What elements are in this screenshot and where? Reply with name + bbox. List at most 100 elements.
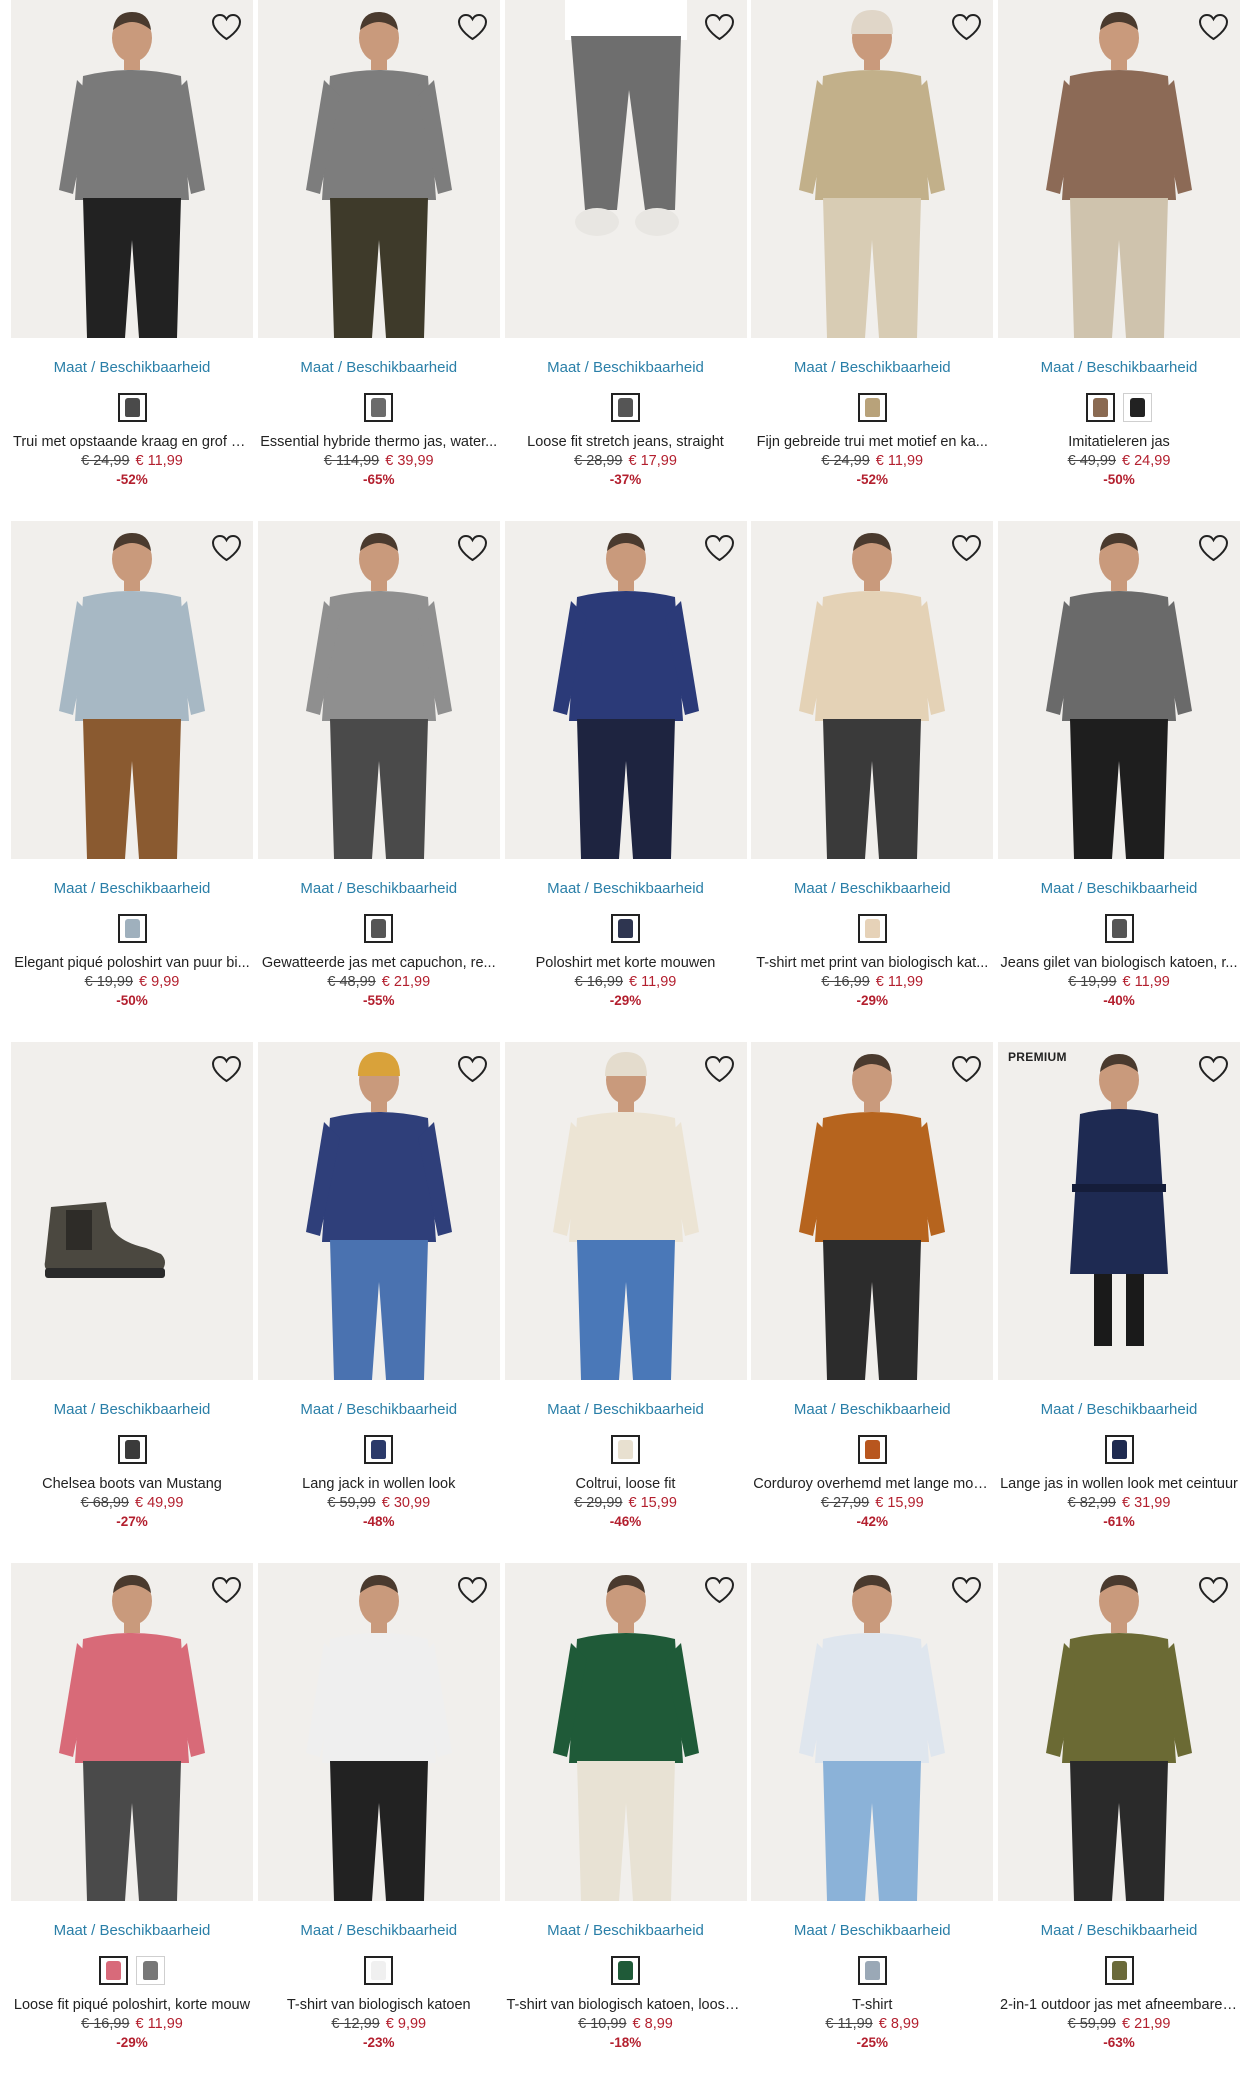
product-card[interactable]: Maat / Beschikbaarheid Fijn gebreide tru… [751,0,994,521]
product-card[interactable]: Maat / Beschikbaarheid Corduroy overhemd… [751,1042,994,1563]
product-card[interactable]: Maat / Beschikbaarheid Poloshirt met kor… [504,521,747,1042]
product-card[interactable]: Maat / Beschikbaarheid Loose fit piqué p… [11,1563,253,2084]
product-name[interactable]: Chelsea boots van Mustang [11,1476,253,1492]
size-availability-link[interactable]: Maat / Beschikbaarheid [751,359,993,376]
product-name[interactable]: Lang jack in wollen look [258,1476,500,1492]
size-availability-link[interactable]: Maat / Beschikbaarheid [998,359,1240,376]
product-image[interactable] [751,0,994,338]
product-image[interactable] [751,1042,994,1380]
product-image[interactable] [257,0,500,338]
size-availability-link[interactable]: Maat / Beschikbaarheid [751,1922,993,1939]
color-swatch[interactable] [1104,1434,1134,1464]
wishlist-heart-icon[interactable] [703,1052,737,1086]
product-name[interactable]: T-shirt van biologisch katoen [258,1997,500,2013]
size-availability-link[interactable]: Maat / Beschikbaarheid [751,880,993,897]
product-name[interactable]: 2-in-1 outdoor jas met afneembare ... [998,1997,1240,2013]
color-swatch[interactable] [1104,1955,1134,1985]
product-image[interactable] [257,1563,500,1901]
color-swatch[interactable] [364,1434,394,1464]
size-availability-link[interactable]: Maat / Beschikbaarheid [11,1401,253,1418]
color-swatch[interactable] [857,392,887,422]
product-image[interactable] [504,0,747,338]
color-swatch[interactable] [117,392,147,422]
product-name[interactable]: Gewatteerde jas met capuchon, re... [258,955,500,971]
wishlist-heart-icon[interactable] [209,10,243,44]
product-card[interactable]: Maat / Beschikbaarheid Loose fit stretch… [504,0,747,521]
color-swatch[interactable] [857,1434,887,1464]
color-swatch[interactable] [1123,392,1152,422]
size-availability-link[interactable]: Maat / Beschikbaarheid [258,1401,500,1418]
wishlist-heart-icon[interactable] [703,1573,737,1607]
color-swatch[interactable] [1086,392,1115,422]
wishlist-heart-icon[interactable] [1196,531,1230,565]
product-image[interactable] [998,1563,1240,1901]
size-availability-link[interactable]: Maat / Beschikbaarheid [505,359,747,376]
product-card[interactable]: Maat / Beschikbaarheid 2-in-1 outdoor ja… [998,1563,1240,2084]
product-name[interactable]: Lange jas in wollen look met ceintuur [998,1476,1240,1492]
product-name[interactable]: Loose fit piqué poloshirt, korte mouw [11,1997,253,2013]
wishlist-heart-icon[interactable] [456,1573,490,1607]
color-swatch[interactable] [99,1955,128,1985]
color-swatch[interactable] [857,913,887,943]
product-name[interactable]: Corduroy overhemd met lange mou... [751,1476,993,1492]
size-availability-link[interactable]: Maat / Beschikbaarheid [998,880,1240,897]
size-availability-link[interactable]: Maat / Beschikbaarheid [258,359,500,376]
color-swatch[interactable] [611,392,640,422]
product-image[interactable]: PREMIUM [998,1042,1240,1380]
product-name[interactable]: T-shirt van biologisch katoen, loose ... [505,1997,747,2013]
size-availability-link[interactable]: Maat / Beschikbaarheid [505,880,747,897]
product-card[interactable]: Maat / Beschikbaarheid Gewatteerde jas m… [257,521,500,1042]
product-name[interactable]: Poloshirt met korte mouwen [505,955,747,971]
product-name[interactable]: Coltrui, loose fit [505,1476,747,1492]
color-swatch[interactable] [136,1955,165,1985]
wishlist-heart-icon[interactable] [703,531,737,565]
product-name[interactable]: Elegant piqué poloshirt van puur bi... [11,955,253,971]
product-card[interactable]: Maat / Beschikbaarheid Coltrui, loose fi… [504,1042,747,1563]
product-image[interactable] [751,521,994,859]
product-image[interactable] [11,1042,253,1380]
color-swatch[interactable] [857,1955,887,1985]
wishlist-heart-icon[interactable] [209,1052,243,1086]
product-card[interactable]: Maat / Beschikbaarheid T-shirt € 11,99 € … [751,1563,994,2084]
color-swatch[interactable] [611,1955,640,1985]
product-card[interactable]: Maat / Beschikbaarheid T-shirt met print… [751,521,994,1042]
wishlist-heart-icon[interactable] [456,531,490,565]
product-card[interactable]: Maat / Beschikbaarheid Trui met opstaand… [11,0,253,521]
product-card[interactable]: PREMIUM Maat / Beschikbaarheid Lange jas… [998,1042,1240,1563]
size-availability-link[interactable]: Maat / Beschikbaarheid [505,1922,747,1939]
wishlist-heart-icon[interactable] [703,10,737,44]
product-name[interactable]: Essential hybride thermo jas, water... [258,434,500,450]
product-image[interactable] [504,1042,747,1380]
size-availability-link[interactable]: Maat / Beschikbaarheid [998,1401,1240,1418]
product-image[interactable] [257,1042,500,1380]
color-swatch[interactable] [117,1434,147,1464]
color-swatch[interactable] [611,1434,640,1464]
wishlist-heart-icon[interactable] [456,10,490,44]
product-card[interactable]: Maat / Beschikbaarheid Jeans gilet van b… [998,521,1240,1042]
product-name[interactable]: Fijn gebreide trui met motief en ka... [751,434,993,450]
product-name[interactable]: Trui met opstaande kraag en grof p... [11,434,253,450]
product-name[interactable]: Imitatieleren jas [998,434,1240,450]
product-image[interactable] [504,1563,747,1901]
size-availability-link[interactable]: Maat / Beschikbaarheid [751,1401,993,1418]
product-image[interactable] [504,521,747,859]
size-availability-link[interactable]: Maat / Beschikbaarheid [11,359,253,376]
product-card[interactable]: Maat / Beschikbaarheid Essential hybride… [257,0,500,521]
product-image[interactable] [751,1563,994,1901]
product-card[interactable]: Maat / Beschikbaarheid T-shirt van biolo… [504,1563,747,2084]
color-swatch[interactable] [364,1955,394,1985]
product-image[interactable] [11,0,253,338]
size-availability-link[interactable]: Maat / Beschikbaarheid [258,880,500,897]
wishlist-heart-icon[interactable] [209,1573,243,1607]
product-name[interactable]: T-shirt met print van biologisch kat... [751,955,993,971]
product-image[interactable] [11,521,253,859]
size-availability-link[interactable]: Maat / Beschikbaarheid [998,1922,1240,1939]
color-swatch[interactable] [117,913,147,943]
color-swatch[interactable] [364,392,394,422]
color-swatch[interactable] [1104,913,1134,943]
product-image[interactable] [11,1563,253,1901]
product-image[interactable] [998,521,1240,859]
wishlist-heart-icon[interactable] [456,1052,490,1086]
product-card[interactable]: Maat / Beschikbaarheid Imitatieleren jas… [998,0,1240,521]
size-availability-link[interactable]: Maat / Beschikbaarheid [258,1922,500,1939]
